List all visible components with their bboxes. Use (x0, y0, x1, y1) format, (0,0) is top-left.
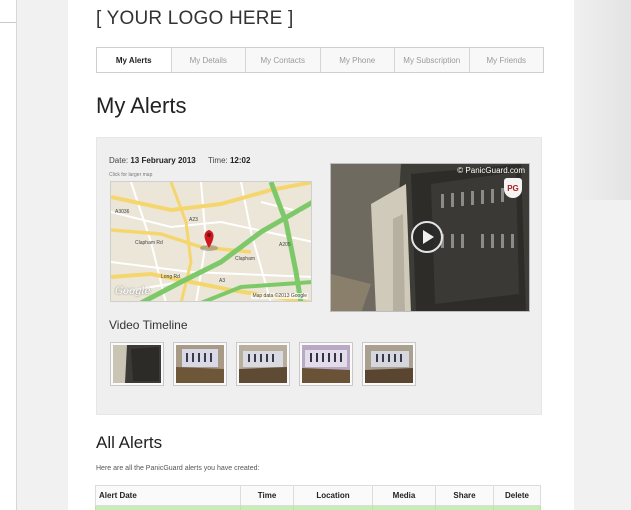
alert-meta: Date: 13 February 2013 Time: 12:02 (109, 156, 250, 165)
column-header-media[interactable]: Media (372, 485, 436, 506)
map-label-long-rd: Long Rd (161, 274, 180, 280)
page-edge-line (0, 22, 16, 23)
alert-detail-panel: Date: 13 February 2013 Time: 12:02 Click… (96, 137, 542, 415)
play-icon (423, 230, 434, 244)
timeline-thumbnail[interactable] (362, 342, 416, 386)
map-label-a3: A3 (219, 278, 226, 284)
all-alerts-title: All Alerts (96, 433, 163, 452)
account-tabs: My Alerts My Details My Contacts My Phon… (96, 47, 544, 73)
tab-my-details[interactable]: My Details (172, 48, 246, 72)
timeline-thumbnail[interactable] (110, 342, 164, 386)
tab-my-subscription[interactable]: My Subscription (395, 48, 470, 72)
column-header-time[interactable]: Time (240, 485, 294, 506)
video-watermark: © PanicGuard.com (457, 166, 525, 175)
timeline-thumbnail[interactable] (236, 342, 290, 386)
time-label: Time: (208, 156, 228, 165)
tab-my-contacts[interactable]: My Contacts (246, 48, 321, 72)
location-map[interactable]: A3036 Clapham Rd A23 Long Rd A3 Clapham … (110, 181, 312, 302)
time-value: 12:02 (229, 156, 251, 165)
video-timeline (110, 342, 425, 386)
all-alerts-description: Here are all the PanicGuard alerts you h… (96, 465, 260, 472)
date-value: 13 February 2013 (130, 156, 196, 165)
video-player[interactable]: © PanicGuard.com PG (330, 163, 530, 312)
map-label-a23: A23 (189, 217, 198, 223)
map-hint: Click for larger map (109, 172, 153, 178)
column-header-location[interactable]: Location (293, 485, 373, 506)
map-label-a205: A205 (279, 242, 291, 248)
alerts-table: Alert Date Time Location Media Share Del… (95, 485, 541, 510)
tab-my-friends[interactable]: My Friends (470, 48, 544, 72)
google-logo: Google (115, 286, 151, 297)
page-curl-shadow (568, 0, 631, 200)
video-timeline-title: Video Timeline (109, 318, 188, 332)
content-area: [ YOUR LOGO HERE ] My Alerts My Details … (68, 0, 574, 510)
column-header-delete[interactable]: Delete (493, 485, 541, 506)
map-credit: Map data ©2013 Google (251, 293, 308, 299)
logo-placeholder: [ YOUR LOGO HERE ] (96, 8, 294, 29)
column-header-alert-date[interactable]: Alert Date (95, 485, 241, 506)
play-button[interactable] (411, 221, 443, 253)
timeline-thumbnail[interactable] (299, 342, 353, 386)
tab-my-phone[interactable]: My Phone (321, 48, 395, 72)
map-label-clapham: Clapham (235, 256, 256, 262)
map-label-a3036: A3036 (115, 209, 130, 215)
panicguard-badge: PG (504, 178, 522, 198)
date-label: Date: (109, 156, 129, 165)
map-label-clapham-rd: Clapham Rd (135, 240, 163, 246)
column-header-share[interactable]: Share (435, 485, 494, 506)
table-row[interactable] (95, 505, 541, 510)
tab-my-alerts[interactable]: My Alerts (97, 48, 172, 72)
timeline-thumbnail[interactable] (173, 342, 227, 386)
table-header-row: Alert Date Time Location Media Share Del… (95, 485, 541, 506)
page-title: My Alerts (96, 93, 187, 118)
